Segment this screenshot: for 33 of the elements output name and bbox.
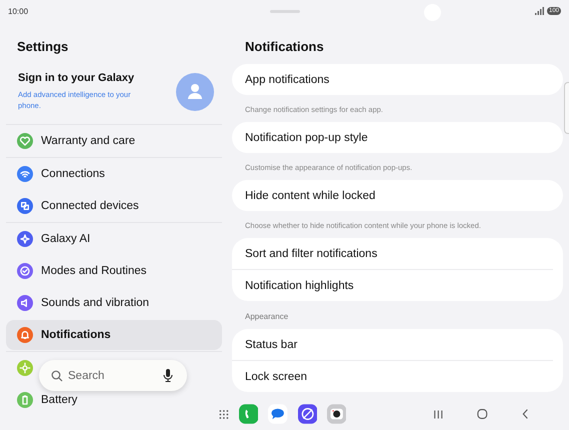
sidebar-item[interactable]: Warranty and care — [6, 132, 138, 150]
camera-app-icon[interactable] — [326, 403, 346, 425]
search-field[interactable]: Search — [39, 360, 187, 391]
avatar-icon — [176, 72, 214, 110]
settings-row[interactable]: Notification highlights — [232, 270, 553, 301]
settings-row[interactable]: Status bar — [232, 329, 553, 361]
settings-row[interactable]: Lock screen — [232, 361, 553, 392]
sidebar-item[interactable]: Connections — [6, 165, 108, 183]
sidebar-item[interactable]: Connected devices — [6, 197, 142, 215]
sidebar-item[interactable]: Notifications — [6, 320, 222, 350]
section-heading: Appearance — [244, 311, 290, 323]
sidebar-item[interactable]: Sounds and vibration — [6, 294, 152, 312]
sidebar-item[interactable]: Galaxy AI — [6, 230, 94, 248]
microphone-icon[interactable] — [163, 369, 173, 382]
settings-title: Settings — [16, 38, 70, 56]
recent-apps-icon[interactable] — [432, 408, 444, 420]
sidebar-item[interactable]: Battery — [6, 391, 80, 409]
apps-grid-icon[interactable] — [219, 408, 229, 420]
account-title: Sign in to your Galaxy — [18, 72, 136, 84]
page-title: Notifications — [244, 38, 325, 56]
phone-app-icon[interactable] — [238, 403, 258, 425]
signal-icon — [534, 7, 544, 15]
settings-row[interactable]: Notification pop-up style — [232, 122, 553, 153]
settings-row[interactable]: Sort and filter notifications — [232, 238, 553, 270]
settings-row[interactable]: App notifications — [232, 64, 553, 95]
search-icon — [51, 370, 63, 382]
messages-app-icon[interactable] — [268, 403, 288, 425]
sidebar-item[interactable]: Modes and Routines — [6, 262, 150, 280]
edge-panel-handle[interactable] — [564, 82, 569, 134]
back-icon[interactable] — [522, 408, 530, 420]
status-time: 10:00 — [8, 6, 28, 16]
home-icon[interactable] — [477, 408, 488, 420]
settings-row[interactable]: Hide content while locked — [232, 180, 553, 211]
